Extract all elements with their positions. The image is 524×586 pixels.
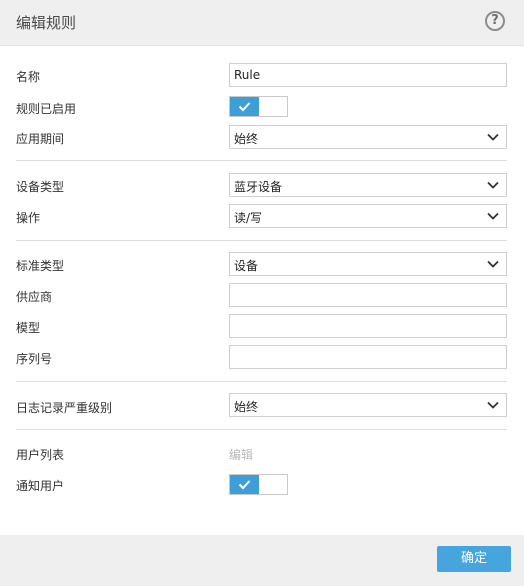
dialog-header: 编辑规则 ? [0,0,524,46]
action-select[interactable]: 读/写 [229,204,507,228]
device-type-select[interactable]: 蓝牙设备 [229,173,507,197]
name-label: 名称 [16,70,41,84]
name-input[interactable]: Rule [229,63,507,87]
name-input-value: Rule [234,68,261,82]
chevron-down-icon [487,212,499,220]
log-severity-label: 日志记录严重级别 [16,401,113,415]
divider [16,429,507,430]
vendor-label: 供应商 [16,290,53,304]
chevron-down-icon [487,401,499,409]
chevron-down-icon [487,260,499,268]
chevron-down-icon [487,133,499,141]
dialog-title: 编辑规则 [16,14,77,32]
model-label: 模型 [16,321,41,335]
apply-period-label: 应用期间 [16,132,65,146]
rule-enabled-label: 规则已启用 [16,102,77,116]
apply-period-select[interactable]: 始终 [229,125,507,149]
help-icon[interactable]: ? [485,11,505,31]
device-type-label: 设备类型 [16,180,65,194]
check-icon [238,102,251,112]
log-severity-select[interactable]: 始终 [229,393,507,417]
divider [16,160,507,161]
serial-input[interactable] [229,345,507,369]
check-icon [238,480,251,490]
action-value: 读/写 [234,211,263,225]
toggle-on-indicator [230,475,259,494]
apply-period-value: 始终 [234,132,259,146]
divider [16,381,507,382]
toggle-on-indicator [230,97,259,116]
chevron-down-icon [487,181,499,189]
model-input[interactable] [229,314,507,338]
divider [16,240,507,241]
vendor-input[interactable] [229,283,507,307]
criteria-type-label: 标准类型 [16,259,65,273]
user-list-label: 用户列表 [16,448,65,462]
notify-user-toggle[interactable] [229,474,288,495]
action-label: 操作 [16,211,41,225]
serial-label: 序列号 [16,352,53,366]
criteria-type-select[interactable]: 设备 [229,252,507,276]
criteria-type-value: 设备 [234,259,259,273]
rule-enabled-toggle[interactable] [229,96,288,117]
log-severity-value: 始终 [234,400,259,414]
notify-user-label: 通知用户 [16,479,65,493]
dialog-footer: 确定 [0,535,524,586]
ok-button[interactable]: 确定 [437,546,511,572]
device-type-value: 蓝牙设备 [234,180,283,194]
user-list-edit-link[interactable]: 编辑 [229,446,253,463]
